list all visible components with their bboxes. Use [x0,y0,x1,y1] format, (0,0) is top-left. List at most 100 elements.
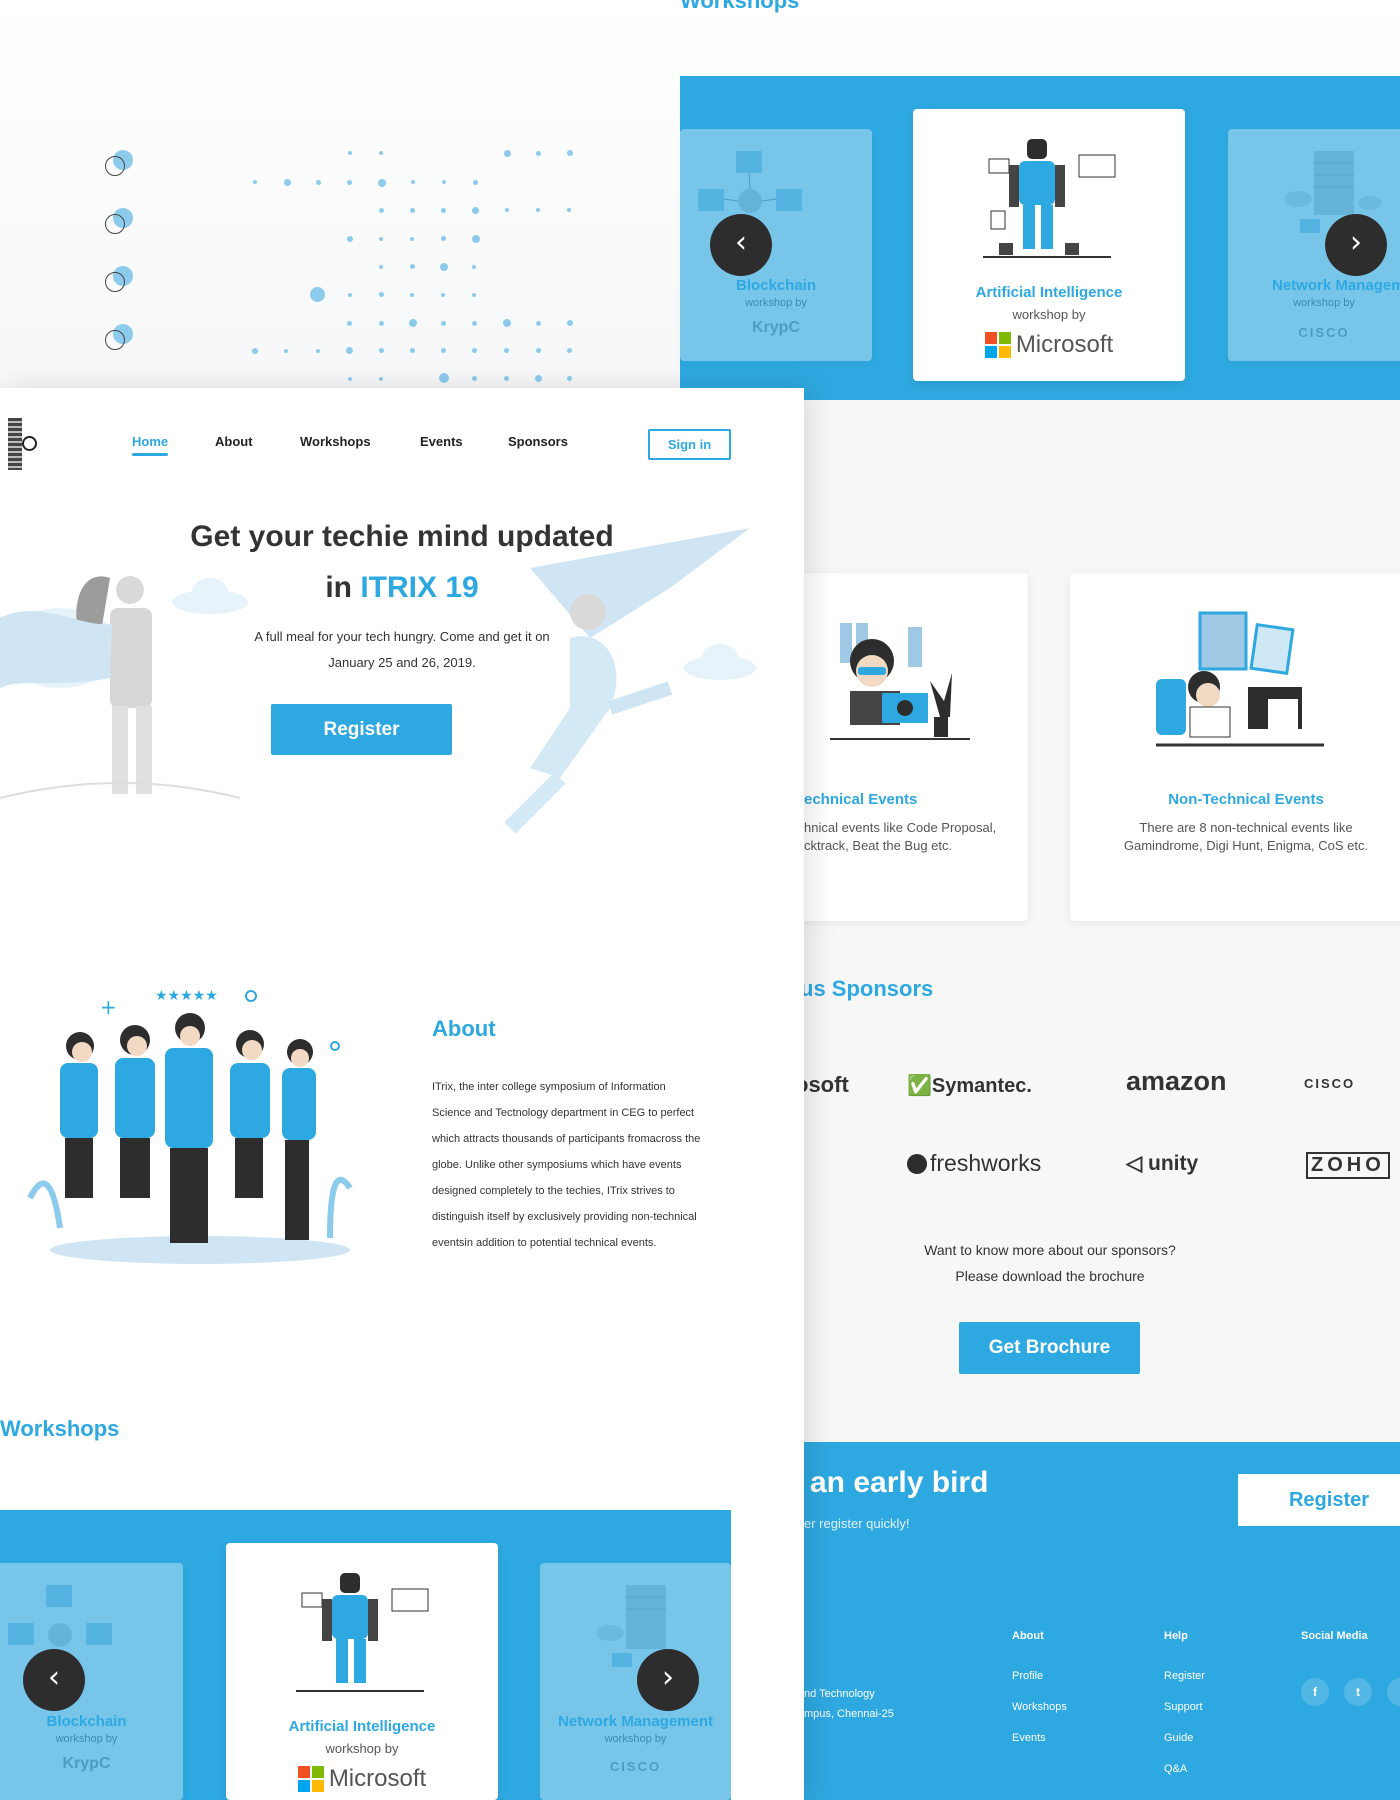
krypc-logo: KrypC [751,319,800,336]
footer-link-register[interactable]: Register [1164,1670,1205,1682]
about-body: ITrix, the inter college symposium of In… [432,1074,762,1256]
card-title: Network Management [1272,277,1400,294]
sponsor-cisco[interactable]: CISCO [1304,1076,1355,1091]
workshop-card-network[interactable]: Network Management workshop by CISCO [540,1563,731,1800]
sponsors-question: Want to know more about our sponsors? [924,1242,1176,1258]
technical-events-card[interactable]: echnical Events hnical events like Code … [770,573,1028,921]
itrix-logo-circle [22,436,37,451]
about-line: distinguish itself by exclusively provid… [432,1211,697,1223]
get-brochure-button[interactable]: Get Brochure [959,1322,1140,1374]
footer-link-qa[interactable]: Q&A [1164,1763,1205,1775]
card-title: Network Management [557,1713,714,1730]
microsoft-logo: Microsoft [913,331,1185,359]
non-technical-events-title: Non-Technical Events [1168,791,1324,808]
hero-title-line-1: Get your techie mind updated [190,520,614,553]
sponsor-unity[interactable]: ◁ unity [1126,1151,1198,1176]
technical-events-desc-2: cktrack, Beat the Bug etc. [804,838,953,853]
sponsor-freshworks[interactable]: freshworks [907,1150,1041,1177]
about-title: About [432,1016,496,1041]
team-illustration: ★★★★★ + [27,988,353,1264]
coder-illustration [830,623,970,740]
hero-title-highlight: ITRIX 19 [360,571,479,604]
footer-address-line-2: mpus, Chennai-25 [804,1708,894,1720]
card-subtitle: workshop by [325,1741,399,1756]
unity-icon: ◁ [1126,1152,1143,1175]
card-subtitle: workshop by [55,1733,118,1745]
microsoft-icon [297,1765,325,1793]
nav-active-underline [132,453,168,456]
sponsors-download-note: Please download the brochure [955,1268,1145,1284]
robot-illustration [296,1573,429,1692]
card-title: Artificial Intelligence [288,1718,436,1735]
sponsors-heading: us Sponsors [800,976,934,1001]
nav-workshops[interactable]: Workshops [300,434,371,449]
footer-link-support[interactable]: Support [1164,1701,1205,1713]
krypc-logo: KrypC [62,1755,111,1772]
about-line: Science and Tectnology department in CEG… [432,1107,695,1119]
sponsor-symantec[interactable]: ✅Symantec. [907,1073,1032,1098]
top-workshop-card-blockchain[interactable]: Blockchain workshop by KrypC [680,129,872,361]
about-line: designed completely to the techies, ITri… [432,1185,675,1197]
cisco-logo: CISCO [1298,325,1350,340]
footer-link-events[interactable]: Events [1012,1732,1067,1744]
non-technical-events-desc-1: There are 8 non-technical events like [1139,820,1353,835]
footer-help-column: Help Register Support Guide Q&A [1164,1630,1205,1794]
twitter-icon[interactable]: t [1344,1678,1372,1706]
top-workshops-heading: Workshops [680,0,800,13]
footer-about-column: About Profile Workshops Events [1012,1630,1067,1763]
page-canvas: Workshops Blockchain workshop by KrypC A… [0,0,1400,1800]
carousel-prev-button[interactable]: ‹ [23,1649,85,1711]
workshops-heading: Workshops [0,1416,120,1441]
nav-about[interactable]: About [215,434,253,449]
symantec-check-icon: ✅ [907,1075,932,1097]
sign-in-button[interactable]: Sign in [648,429,731,460]
sponsor-amazon[interactable]: amazon [1126,1066,1227,1097]
hero-description-2: January 25 and 26, 2019. [328,655,476,670]
svg-text:+: + [100,995,117,1019]
nav-events[interactable]: Events [420,434,463,449]
hero-title-line-2: in ITRIX 19 [325,571,479,604]
top-carousel-prev-button[interactable]: ‹ [710,214,772,276]
non-technical-events-desc-2: Gamindrome, Digi Hunt, Enigma, CoS etc. [1123,838,1369,853]
robot-illustration [983,139,1116,258]
footer-about-title: About [1012,1630,1044,1642]
card-subtitle: workshop by [1012,307,1086,322]
footer-help-title: Help [1164,1630,1188,1642]
footer-social-title: Social Media [1301,1630,1368,1642]
footer-headline: an early bird [810,1466,989,1499]
hero-register-button[interactable]: Register [271,704,452,755]
card-title: Artificial Intelligence [975,284,1123,301]
about-line: globe. Unlike other symposiums which hav… [432,1159,682,1171]
footer-address-line-1: nd Technology [804,1688,875,1700]
footer-social-column: Social Media [1301,1630,1368,1670]
facebook-icon[interactable]: f [1301,1678,1329,1706]
nav-home[interactable]: Home [132,434,168,449]
footer-link-workshops[interactable]: Workshops [1012,1701,1067,1713]
footer: an early bird er register quickly! Regis… [804,1442,1400,1800]
card-subtitle: workshop by [1293,297,1355,309]
non-technical-events-card[interactable]: Non-Technical Events There are 8 non-tec… [1070,573,1400,921]
footer-link-profile[interactable]: Profile [1012,1670,1067,1682]
technical-events-desc-1: hnical events like Code Proposal, [804,820,997,835]
card-subtitle: workshop by [604,1733,667,1745]
card-title: Blockchain [735,277,817,294]
freshworks-icon [907,1154,927,1174]
footer-register-button[interactable]: Register [1238,1474,1400,1526]
nav-sponsors[interactable]: Sponsors [508,434,568,449]
about-line: which attracts thousands of participants… [432,1133,701,1145]
card-title: Blockchain [46,1713,127,1730]
microsoft-logo: Microsoft [226,1765,498,1793]
cisco-logo: CISCO [609,1759,662,1774]
carousel-next-button[interactable]: › [637,1649,699,1711]
top-carousel-next-button[interactable]: › [1325,214,1387,276]
workshop-card-ai[interactable]: Artificial Intelligence workshop by Micr… [226,1543,498,1800]
top-workshop-card-ai[interactable]: Artificial Intelligence workshop by Micr… [913,109,1185,381]
footer-link-guide[interactable]: Guide [1164,1732,1205,1744]
microsoft-icon [984,331,1012,359]
itrix-logo-bar [8,418,22,470]
about-line: ITrix, the inter college symposium of In… [432,1081,666,1093]
card-subtitle: workshop by [745,297,807,309]
instagram-icon[interactable] [1387,1678,1400,1706]
svg-text:★★★★★: ★★★★★ [155,988,218,1004]
sponsor-zoho[interactable]: ZOHO [1306,1152,1390,1179]
